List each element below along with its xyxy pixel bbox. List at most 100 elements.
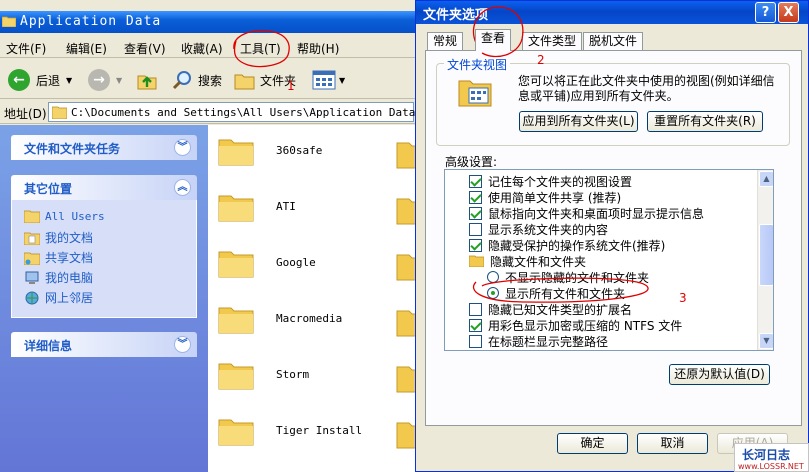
setting-checkbox[interactable]	[469, 302, 482, 316]
setting-radio[interactable]	[487, 287, 499, 299]
ok-button[interactable]: 确定	[557, 433, 628, 454]
search-icon	[172, 71, 191, 90]
setting-checkbox[interactable]	[469, 238, 482, 252]
search-label: 搜索	[198, 73, 223, 88]
setting-radio[interactable]	[487, 271, 499, 283]
menu-tools[interactable]: 工具(T)	[240, 40, 281, 57]
setting-label: 显示系统文件夹的内容	[488, 222, 609, 237]
setting-row[interactable]: 显示所有文件和文件夹	[487, 285, 625, 301]
tab-general[interactable]: 常规	[427, 32, 464, 50]
scrollbar-thumb[interactable]	[759, 224, 773, 286]
menu-view[interactable]: 查看(V)	[124, 40, 166, 57]
setting-checkbox[interactable]	[469, 174, 482, 188]
folder-up-icon	[137, 75, 157, 90]
annotation-number-1: 1	[287, 79, 295, 93]
setting-row[interactable]: 隐藏受保护的操作系统文件(推荐)	[469, 237, 665, 253]
dropdown-arrow-icon[interactable]: ▼	[339, 76, 345, 85]
folder-name: Storm	[276, 367, 310, 381]
setting-label: 用彩色显示加密或压缩的 NTFS 文件	[488, 318, 683, 333]
chevron-down-icon[interactable]: ︾	[174, 139, 191, 156]
setting-label: 在标题栏显示完整路径	[488, 334, 609, 349]
setting-checkbox[interactable]	[469, 334, 482, 348]
folder-icon	[2, 16, 16, 27]
place-network[interactable]: 网上邻居	[24, 289, 93, 306]
folder-icon	[218, 363, 254, 390]
place-my-computer[interactable]: 我的电脑	[24, 269, 93, 286]
restore-defaults-button[interactable]: 还原为默认值(D)	[669, 364, 770, 385]
dropdown-arrow-icon[interactable]: ▼	[116, 76, 122, 85]
annotation-number-2: 2	[537, 53, 545, 67]
setting-label: 不显示隐藏的文件和文件夹	[505, 270, 650, 285]
close-button[interactable]: X	[778, 2, 799, 23]
task-pane: 文件和文件夹任务 ︾ 其它位置 ︽ All Users 我的文档 共享文档 我的…	[0, 125, 208, 472]
folder-item[interactable]: ATI	[218, 190, 296, 222]
address-bar: 地址(D) C:\Documents and Settings\All User…	[0, 100, 420, 124]
file-folder-tasks-header[interactable]: 文件和文件夹任务 ︾	[11, 135, 197, 160]
folder-icon	[218, 307, 254, 334]
menu-favorites[interactable]: 收藏(A)	[181, 40, 223, 57]
details-header[interactable]: 详细信息 ︾	[11, 332, 197, 357]
setting-row[interactable]: 在标题栏显示完整路径	[469, 333, 608, 349]
folder-item[interactable]: Macromedia	[218, 302, 342, 334]
help-button[interactable]: ?	[755, 2, 776, 23]
place-all-users[interactable]: All Users	[24, 209, 105, 223]
close-icon: X	[783, 5, 794, 20]
file-tasks-label: 文件和文件夹任务	[24, 142, 121, 156]
scroll-up-icon[interactable]: ▲	[759, 171, 773, 187]
setting-label: 记住每个文件夹的视图设置	[488, 174, 633, 189]
setting-checkbox[interactable]	[469, 206, 482, 220]
folder-icon	[218, 251, 254, 278]
forward-button[interactable]: → ▼	[88, 67, 122, 93]
search-button[interactable]: 搜索	[172, 67, 222, 93]
setting-checkbox[interactable]	[469, 190, 482, 204]
advanced-settings-list[interactable]: 记住每个文件夹的视图设置 使用简单文件共享 (推荐) 鼠标指向文件夹和桌面项时显示提…	[444, 169, 774, 351]
dropdown-arrow-icon[interactable]: ▼	[66, 76, 72, 85]
reset-all-folders-button[interactable]: 重置所有文件夹(R)	[647, 111, 763, 132]
tab-view[interactable]: 查看	[475, 29, 512, 51]
shared-folder-icon	[24, 252, 40, 265]
setting-checkbox[interactable]	[469, 222, 482, 236]
setting-row[interactable]: 隐藏已知文件类型的扩展名	[469, 301, 632, 317]
folder-item[interactable]: 360safe	[218, 134, 322, 166]
folder-item[interactable]: Storm	[218, 358, 309, 390]
menu-file[interactable]: 文件(F)	[6, 40, 46, 57]
other-places-header[interactable]: 其它位置 ︽	[11, 175, 197, 200]
cancel-button[interactable]: 取消	[637, 433, 708, 454]
apply-to-all-folders-button[interactable]: 应用到所有文件夹(L)	[519, 111, 638, 132]
setting-row[interactable]: 用彩色显示加密或压缩的 NTFS 文件	[469, 317, 682, 333]
folder-item[interactable]: Tiger Install	[218, 414, 362, 446]
setting-label: 鼠标指向文件夹和桌面项时显示提示信息	[488, 206, 705, 221]
folder-name: Tiger Install	[276, 423, 363, 437]
up-button[interactable]	[136, 67, 158, 93]
network-icon	[25, 291, 39, 304]
scrollbar[interactable]: ▲ ▼	[757, 170, 773, 350]
folder-icon	[24, 210, 40, 223]
details-label: 详细信息	[24, 339, 73, 353]
place-my-documents[interactable]: 我的文档	[24, 229, 93, 246]
setting-row[interactable]: 鼠标指向文件夹和桌面项时显示提示信息	[469, 205, 704, 221]
menu-edit[interactable]: 编辑(E)	[66, 40, 107, 57]
tab-file-types[interactable]: 文件类型	[522, 32, 583, 50]
views-button[interactable]: ▼	[312, 67, 345, 93]
folder-icon	[218, 419, 254, 446]
folder-icon	[218, 139, 254, 166]
setting-row[interactable]: 不显示隐藏的文件和文件夹	[487, 269, 649, 285]
back-arrow-icon: ←	[8, 69, 30, 91]
tab-offline-files[interactable]: 脱机文件	[583, 32, 644, 50]
setting-row[interactable]: 显示系统文件夹的内容	[469, 221, 608, 237]
chevron-up-icon[interactable]: ︽	[174, 179, 191, 196]
menu-help[interactable]: 帮助(H)	[297, 40, 339, 57]
place-shared-documents[interactable]: 共享文档	[24, 249, 93, 266]
annotation-number-3: 3	[679, 291, 687, 305]
address-input[interactable]: C:\Documents and Settings\All Users\Appl…	[48, 102, 415, 122]
dialog-title: 文件夹选项	[423, 8, 489, 23]
setting-checkbox[interactable]	[469, 318, 482, 332]
chevron-down-icon[interactable]: ︾	[174, 336, 191, 353]
folder-icon	[52, 106, 67, 119]
scroll-down-icon[interactable]: ▼	[759, 333, 773, 349]
back-button[interactable]: ← 后退 ▼	[8, 67, 72, 93]
setting-row[interactable]: 使用简单文件共享 (推荐)	[469, 189, 621, 205]
setting-label: 隐藏受保护的操作系统文件(推荐)	[488, 238, 666, 253]
setting-row[interactable]: 记住每个文件夹的视图设置	[469, 173, 632, 189]
folder-item[interactable]: Google	[218, 246, 316, 278]
